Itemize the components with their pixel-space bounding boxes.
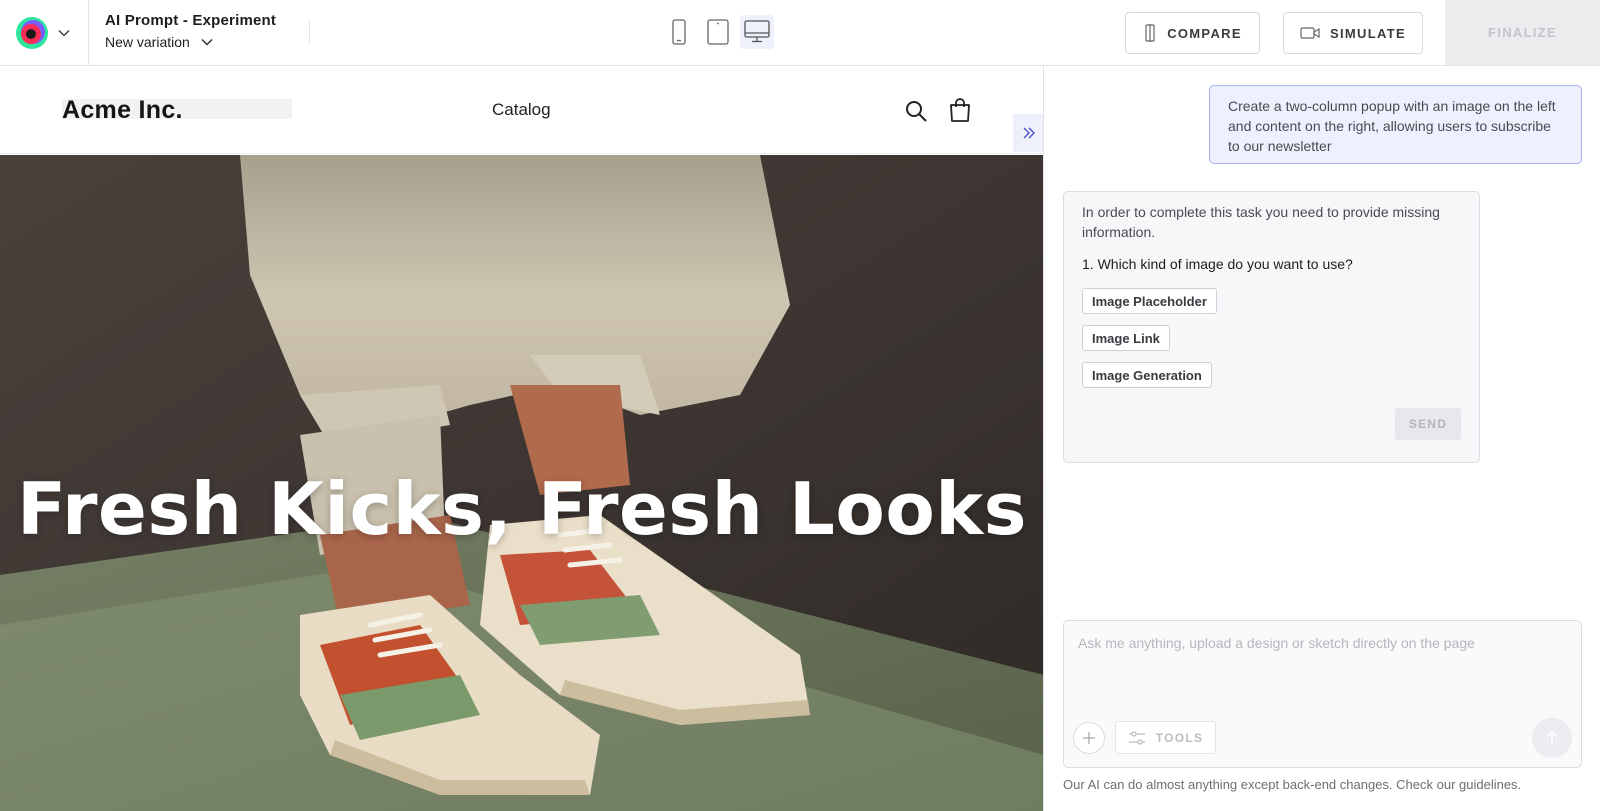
page-preview: Acme Inc. Catalog Fresh Kicks, Fresh Loo… — [0, 66, 1044, 811]
mobile-icon — [672, 19, 686, 45]
send-button[interactable]: SEND — [1395, 408, 1461, 440]
experiment-title-block: AI Prompt - Experiment New variation — [105, 12, 276, 50]
top-bar: AI Prompt - Experiment New variation COM… — [0, 0, 1600, 66]
site-header: Acme Inc. Catalog — [0, 66, 1043, 154]
option-image-placeholder[interactable]: Image Placeholder — [1082, 288, 1217, 314]
compare-icon — [1145, 24, 1155, 42]
device-switcher — [662, 15, 774, 49]
device-mobile-button[interactable] — [662, 15, 696, 49]
chat-input[interactable] — [1078, 635, 1568, 695]
simulate-button[interactable]: SIMULATE — [1283, 12, 1423, 54]
user-message: Create a two-column popup with an image … — [1209, 85, 1582, 164]
app-logo-icon — [16, 17, 48, 49]
tablet-icon — [707, 19, 729, 45]
variation-selector[interactable]: New variation — [105, 34, 276, 50]
tools-label: TOOLS — [1155, 730, 1204, 745]
ai-chat-panel: Create a two-column popup with an image … — [1045, 66, 1600, 811]
nav-link-catalog[interactable]: Catalog — [492, 100, 551, 120]
site-brand[interactable]: Acme Inc. — [62, 96, 183, 125]
variation-label: New variation — [105, 34, 190, 50]
compare-button[interactable]: COMPARE — [1125, 12, 1260, 54]
finalize-button[interactable]: FINALIZE — [1445, 0, 1600, 65]
hero-title: Fresh Kicks, Fresh Looks — [16, 467, 1028, 551]
divider — [309, 20, 310, 44]
add-attachment-button[interactable] — [1073, 722, 1105, 754]
simulate-label: SIMULATE — [1330, 25, 1406, 41]
experiment-title: AI Prompt - Experiment — [105, 12, 277, 29]
arrow-up-icon — [1546, 730, 1558, 745]
plus-icon — [1083, 732, 1095, 744]
shopping-bag-icon[interactable] — [948, 97, 972, 123]
submit-prompt-button[interactable] — [1532, 718, 1572, 758]
ai-disclaimer: Our AI can do almost anything except bac… — [1063, 777, 1522, 792]
option-image-link[interactable]: Image Link — [1082, 325, 1170, 351]
chat-composer: TOOLS — [1063, 620, 1582, 768]
double-chevron-right-icon — [1023, 127, 1035, 139]
tools-button[interactable]: TOOLS — [1115, 721, 1216, 754]
hero-banner: Fresh Kicks, Fresh Looks — [0, 155, 1043, 811]
ai-question: 1. Which kind of image do you want to us… — [1082, 256, 1353, 272]
ai-intro-text: In order to complete this task you need … — [1082, 204, 1440, 240]
device-desktop-button[interactable] — [740, 15, 774, 49]
search-icon[interactable] — [904, 99, 928, 123]
sliders-icon — [1128, 730, 1145, 745]
compare-label: COMPARE — [1167, 25, 1242, 41]
chevron-down-icon — [58, 29, 70, 37]
ai-response-card: In order to complete this task you need … — [1063, 191, 1480, 463]
option-image-generation[interactable]: Image Generation — [1082, 362, 1212, 388]
app-menu[interactable] — [0, 0, 89, 65]
video-camera-icon — [1300, 27, 1320, 39]
chevron-down-icon — [201, 38, 213, 46]
collapse-panel-button[interactable] — [1013, 114, 1043, 152]
device-tablet-button[interactable] — [701, 15, 735, 49]
desktop-icon — [744, 20, 770, 43]
